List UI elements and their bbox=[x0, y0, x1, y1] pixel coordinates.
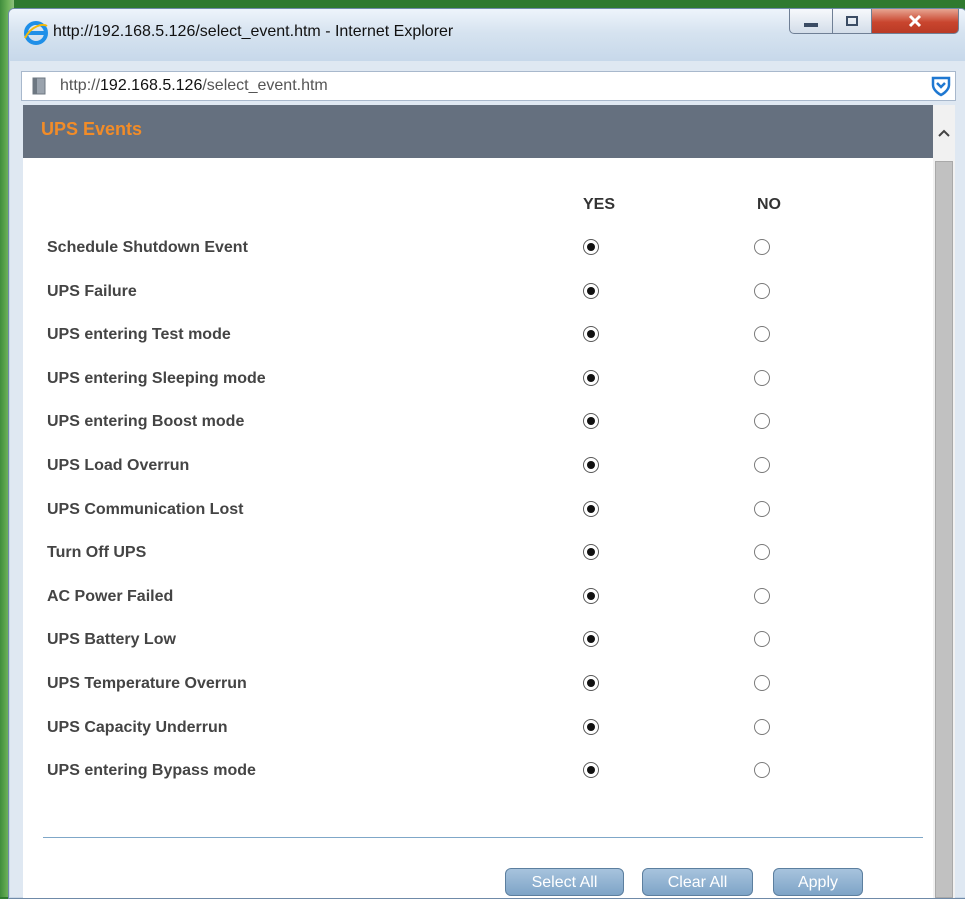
shield-icon[interactable] bbox=[931, 75, 951, 97]
event-label: UPS Battery Low bbox=[47, 631, 176, 649]
event-no-radio[interactable] bbox=[754, 718, 770, 735]
event-no-radio[interactable] bbox=[754, 762, 770, 779]
event-label: UPS entering Bypass mode bbox=[47, 762, 256, 780]
event-yes-radio[interactable] bbox=[583, 457, 599, 473]
close-icon bbox=[908, 14, 922, 28]
event-label: AC Power Failed bbox=[47, 587, 174, 605]
event-no-radio[interactable] bbox=[754, 413, 770, 430]
event-no-radio[interactable] bbox=[754, 587, 770, 604]
event-row: UPS Communication Lost bbox=[23, 500, 923, 544]
address-host: 192.168.5.126 bbox=[100, 77, 203, 94]
event-row: UPS Failure bbox=[23, 282, 923, 326]
event-yes-radio[interactable] bbox=[583, 631, 599, 648]
event-label: UPS Load Overrun bbox=[47, 457, 190, 474]
event-label: UPS Capacity Underrun bbox=[47, 718, 228, 736]
clear-all-button[interactable]: Clear All bbox=[642, 868, 753, 896]
address-prefix: http:// bbox=[60, 77, 101, 94]
event-no-radio[interactable] bbox=[754, 544, 770, 561]
event-yes-radio[interactable] bbox=[583, 762, 599, 779]
event-row: UPS entering Boost mode bbox=[23, 412, 923, 456]
event-row: UPS Load Overrun bbox=[23, 456, 923, 500]
minimize-icon bbox=[804, 23, 818, 27]
event-yes-radio[interactable] bbox=[583, 675, 599, 691]
event-row: Schedule Shutdown Event bbox=[23, 238, 923, 282]
event-no-radio[interactable] bbox=[754, 326, 770, 343]
event-no-radio[interactable] bbox=[754, 675, 770, 691]
no-column-header: NO bbox=[757, 196, 781, 213]
event-label: UPS Temperature Overrun bbox=[47, 675, 247, 692]
event-yes-radio[interactable] bbox=[583, 239, 599, 255]
event-label: UPS entering Sleeping mode bbox=[47, 369, 266, 387]
event-row: UPS Temperature Overrun bbox=[23, 674, 923, 718]
event-row: UPS entering Test mode bbox=[23, 325, 923, 369]
event-yes-radio[interactable] bbox=[583, 413, 599, 430]
event-no-radio[interactable] bbox=[754, 369, 770, 386]
address-url: http://192.168.5.126/select_event.htm bbox=[60, 77, 328, 95]
event-yes-radio[interactable] bbox=[583, 718, 599, 735]
event-no-radio[interactable] bbox=[754, 239, 770, 255]
minimize-button[interactable] bbox=[789, 9, 833, 34]
event-row: UPS entering Sleeping mode bbox=[23, 369, 923, 413]
event-yes-radio[interactable] bbox=[583, 544, 599, 561]
page-title: UPS Events bbox=[41, 119, 143, 139]
chevron-up-icon bbox=[938, 129, 950, 137]
event-yes-radio[interactable] bbox=[583, 500, 599, 517]
maximize-button[interactable] bbox=[832, 9, 872, 34]
event-label: UPS entering Boost mode bbox=[47, 413, 245, 431]
apply-button[interactable]: Apply bbox=[773, 868, 863, 896]
select-all-button[interactable]: Select All bbox=[505, 868, 624, 896]
event-yes-radio[interactable] bbox=[583, 326, 599, 343]
event-row: UPS Battery Low bbox=[23, 630, 923, 674]
address-path: /select_event.htm bbox=[202, 77, 328, 94]
window-title: http://192.168.5.126/select_event.htm - … bbox=[53, 23, 454, 40]
event-yes-radio[interactable] bbox=[583, 282, 599, 299]
internet-explorer-icon bbox=[24, 21, 48, 45]
event-row: UPS entering Bypass mode bbox=[23, 761, 923, 805]
event-label: UPS Communication Lost bbox=[47, 500, 244, 518]
address-bar[interactable]: http://192.168.5.126/select_event.htm bbox=[21, 71, 956, 101]
vertical-scrollbar[interactable] bbox=[933, 105, 955, 898]
event-yes-radio[interactable] bbox=[583, 369, 599, 386]
event-no-radio[interactable] bbox=[754, 500, 770, 517]
title-bar: http://192.168.5.126/select_event.htm - … bbox=[9, 9, 965, 61]
event-yes-radio[interactable] bbox=[583, 587, 599, 604]
divider bbox=[43, 837, 923, 838]
event-no-radio[interactable] bbox=[754, 457, 770, 473]
event-label: UPS Failure bbox=[47, 282, 137, 300]
maximize-icon bbox=[846, 16, 858, 26]
event-no-radio[interactable] bbox=[754, 631, 770, 648]
page-header: UPS Events bbox=[23, 105, 933, 158]
scroll-up-button[interactable] bbox=[933, 105, 955, 160]
close-button[interactable] bbox=[871, 9, 959, 34]
event-row: UPS Capacity Underrun bbox=[23, 718, 923, 762]
event-no-radio[interactable] bbox=[754, 282, 770, 299]
event-label: Schedule Shutdown Event bbox=[47, 239, 248, 256]
event-row: Turn Off UPS bbox=[23, 543, 923, 587]
browser-window: http://192.168.5.126/select_event.htm - … bbox=[8, 8, 965, 899]
event-row: AC Power Failed bbox=[23, 587, 923, 631]
page-icon bbox=[32, 77, 46, 95]
event-label: Turn Off UPS bbox=[47, 544, 147, 562]
event-label: UPS entering Test mode bbox=[47, 326, 231, 344]
scrollbar-thumb[interactable] bbox=[935, 161, 953, 898]
yes-column-header: YES bbox=[582, 196, 615, 213]
page-content: UPS Events YES NO Schedule Shutdown Even… bbox=[23, 105, 933, 898]
